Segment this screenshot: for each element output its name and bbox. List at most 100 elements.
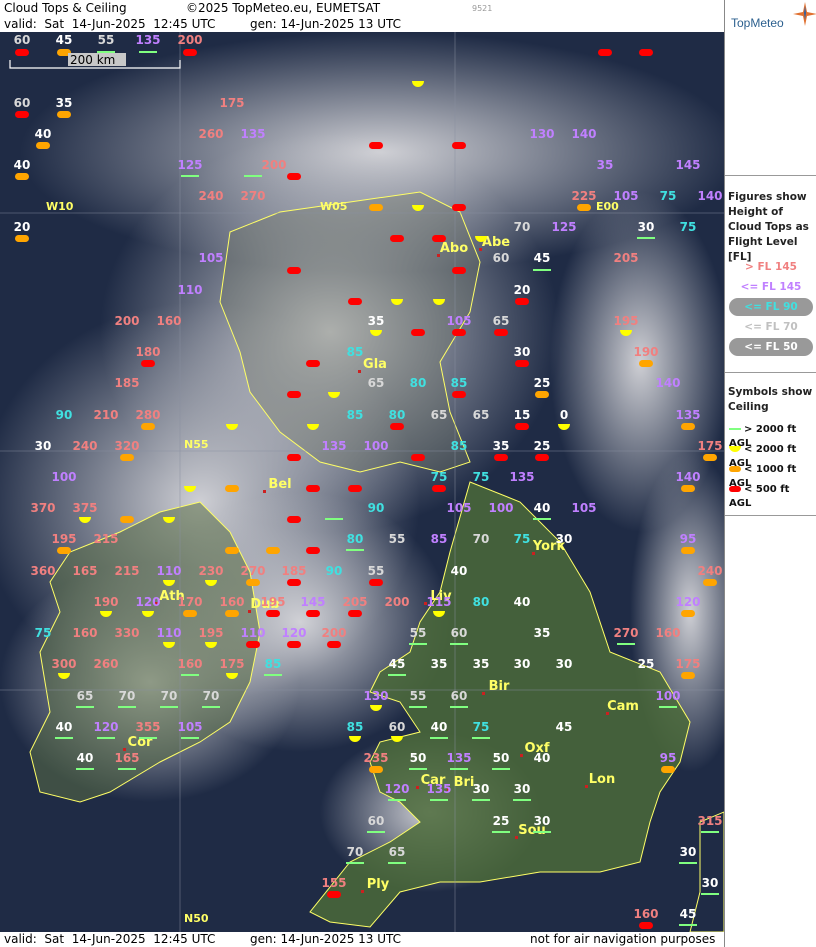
- cloud-top-value: 0: [560, 408, 568, 422]
- cloud-top-value: 75: [431, 470, 448, 484]
- ceiling-lt500-symbol: [515, 423, 529, 430]
- cloud-top-value: 55: [389, 532, 406, 546]
- cloud-top-value: 30: [514, 782, 531, 796]
- cloud-top-value: 60: [451, 626, 468, 640]
- cloud-top-value: 45: [389, 657, 406, 671]
- ceiling-lt1000-symbol: [577, 204, 591, 211]
- grid-label-n50: N50: [184, 912, 209, 925]
- cloud-top-value: 130: [363, 689, 388, 703]
- cloud-top-value: 200: [384, 595, 409, 609]
- cloud-top-value: 30: [35, 439, 52, 453]
- ceiling-lt1000-symbol: [703, 454, 717, 461]
- cloud-top-value: 110: [156, 626, 181, 640]
- cloud-top-value: 85: [265, 657, 282, 671]
- ceiling-lt500-symbol: [432, 235, 446, 242]
- cloud-top-value: 60: [493, 251, 510, 265]
- cloud-top-value: 280: [135, 408, 160, 422]
- city-label: Abo: [440, 241, 468, 256]
- legend-divider-3: [725, 515, 816, 516]
- ceiling-lt500-symbol: [287, 641, 301, 648]
- cloud-top-value: 125: [551, 220, 576, 234]
- cloud-top-value: 135: [446, 751, 471, 765]
- cloud-top-value: 80: [473, 595, 490, 609]
- cloud-top-value: 75: [680, 220, 697, 234]
- cloud-top-value: 40: [451, 564, 468, 578]
- cloud-top-value: 180: [135, 345, 160, 359]
- legend-ceiling-lt1000: < 1000 ft AGL: [729, 463, 815, 489]
- cloud-top-value: 140: [571, 127, 596, 141]
- cloud-top-value: 210: [93, 408, 118, 422]
- cloud-top-value: 65: [493, 314, 510, 328]
- cloud-top-value: 230: [198, 564, 223, 578]
- cloud-top-value: 165: [114, 751, 139, 765]
- cloud-top-value: 90: [368, 501, 385, 515]
- cloud-top-value: 35: [431, 657, 448, 671]
- city-dot: [520, 754, 523, 757]
- ceiling-lt1000-symbol: [225, 610, 239, 617]
- cloud-top-value: 270: [240, 564, 265, 578]
- cloud-top-value: 40: [534, 501, 551, 515]
- legend-fl-gt145: > FL 145: [729, 258, 813, 276]
- cloud-top-value: 30: [534, 814, 551, 828]
- city-label: Bir: [489, 679, 510, 694]
- ceiling-lt500-symbol: [452, 391, 466, 398]
- cloud-top-value: 135: [675, 408, 700, 422]
- cloud-top-value: 55: [410, 626, 427, 640]
- cloud-top-value: 80: [389, 408, 406, 422]
- cloud-top-value: 40: [431, 720, 448, 734]
- cloud-top-value: 85: [347, 720, 364, 734]
- ceiling-lt500-symbol: [15, 111, 29, 118]
- cloud-top-value: 215: [93, 532, 118, 546]
- cloud-top-value: 65: [77, 689, 94, 703]
- ceiling-lt500-symbol: [452, 204, 466, 211]
- ceiling-lt1000-symbol: [266, 547, 280, 554]
- cloud-top-value: 70: [347, 845, 364, 859]
- cloud-top-value: 120: [281, 626, 306, 640]
- ceiling-lt500-symbol: [452, 267, 466, 274]
- ceiling-lt500-symbol: [390, 423, 404, 430]
- cloud-top-value: 315: [697, 814, 722, 828]
- ceiling-lt1000-symbol: [681, 672, 695, 679]
- cloud-top-value: 50: [493, 751, 510, 765]
- ceiling-lt500-symbol: [141, 360, 155, 367]
- ceiling-lt1000-symbol: [15, 235, 29, 242]
- image-code: 9521: [472, 4, 493, 13]
- cloud-top-value: 110: [156, 564, 181, 578]
- legend-ceiling-gt2000: > 2000 ft AGL: [729, 423, 815, 449]
- grid-label-e00: E00: [596, 200, 619, 213]
- ceiling-lt500-symbol: [452, 329, 466, 336]
- ceiling-lt1000-symbol: [225, 547, 239, 554]
- cloud-top-value: 260: [93, 657, 118, 671]
- cloud-top-value: 25: [534, 376, 551, 390]
- ceiling-lt500-symbol: [432, 485, 446, 492]
- cloud-top-value: 145: [675, 158, 700, 172]
- city-label: Bri: [454, 775, 475, 790]
- cloud-top-value: 270: [240, 189, 265, 203]
- ceiling-lt500-symbol: [598, 49, 612, 56]
- cloud-top-value: 370: [30, 501, 55, 515]
- ceiling-lt500-symbol: [327, 891, 341, 898]
- ceiling-lt1000-symbol: [369, 766, 383, 773]
- ceiling-lt500-symbol: [287, 267, 301, 274]
- cloud-top-value: 45: [556, 720, 573, 734]
- legend-fl-le145: <= FL 145: [729, 278, 813, 296]
- city-dot: [416, 786, 419, 789]
- city-dot: [482, 692, 485, 695]
- cloud-top-value: 95: [680, 532, 697, 546]
- city-label: Gla: [363, 357, 387, 372]
- city-label: Lon: [589, 772, 615, 787]
- ceiling-lt500-symbol: [15, 49, 29, 56]
- cloud-top-value: 120: [135, 595, 160, 609]
- satellite-map[interactable]: Abo AbeGlaBelYorkLivAthDubBirCamCor OxfLon…: [0, 32, 724, 932]
- cloud-top-value: 30: [638, 220, 655, 234]
- ceiling-lt1000-symbol: [183, 610, 197, 617]
- cloud-top-value: 110: [240, 626, 265, 640]
- ceiling-lt1000-symbol: [225, 485, 239, 492]
- ceiling-lt500-symbol: [287, 516, 301, 523]
- ceiling-lt1000-symbol: [681, 547, 695, 554]
- cloud-top-value: 70: [119, 689, 136, 703]
- cloud-top-value: 205: [342, 595, 367, 609]
- cloud-top-value: 100: [51, 470, 76, 484]
- ceiling-lt1000-symbol: [120, 516, 134, 523]
- cloud-top-value: 205: [613, 251, 638, 265]
